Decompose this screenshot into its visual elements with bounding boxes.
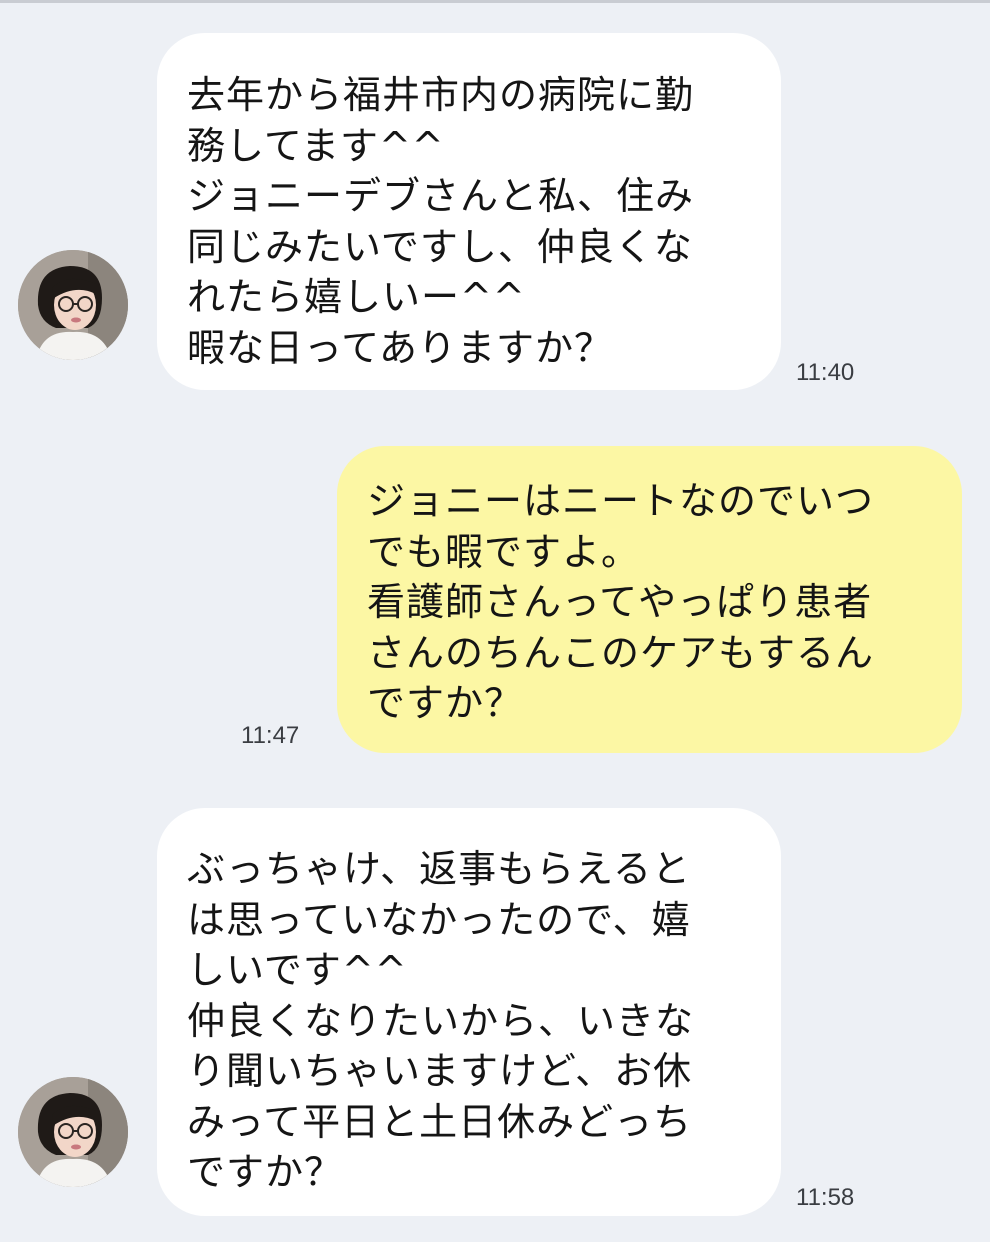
message-line: 去年から福井市内の病院に勤 <box>187 73 695 117</box>
message-bubble-incoming[interactable]: ぶっちゃけ、返事もらえると は思っていなかったので、嬉 しいです^^ 仲良くなり… <box>157 808 781 1216</box>
message-timestamp: 11:40 <box>796 359 855 386</box>
message-line: ですか？ <box>187 1150 344 1194</box>
message-line: ですか？ <box>367 681 524 725</box>
avatar-photo-icon <box>18 1077 128 1187</box>
message-line: 看護師さんってやっぱり患者 <box>367 580 873 624</box>
avatar[interactable] <box>18 1077 128 1187</box>
message-line: 務してます^^ <box>187 123 445 168</box>
message-line: は思っていなかったので、嬉 <box>187 897 691 942</box>
message-timestamp: 11:58 <box>796 1184 855 1211</box>
message-line: 暇な日ってありますか？ <box>187 325 613 370</box>
message-bubble-outgoing[interactable]: ジョニーはニートなのでいつ でも暇ですよ。 看護師さんってやっぱり患者 さんのち… <box>337 446 962 753</box>
message-line: ジョニーはニートなのでいつ <box>367 479 875 523</box>
message-line: でも暇ですよ。 <box>367 529 641 574</box>
message-line: 同じみたいですし、仲良くな <box>187 224 693 269</box>
message-line: り聞いちゃいますけど、お休 <box>187 1049 693 1093</box>
message-line: みって平日と土日休みどっち <box>187 1099 693 1144</box>
top-divider <box>0 0 990 3</box>
message-bubble-incoming[interactable]: 去年から福井市内の病院に勤 務してます^^ ジョニーデブさんと私、住み 同じみた… <box>157 33 781 390</box>
message-line: しいです^^ <box>187 948 408 992</box>
message-line: ぶっちゃけ、返事もらえると <box>187 847 691 891</box>
avatar-photo-icon <box>18 250 128 360</box>
message-line: 仲良くなりたいから、いきな <box>187 998 695 1043</box>
avatar[interactable] <box>18 250 128 360</box>
message-line: さんのちんこのケアもするん <box>367 630 875 675</box>
message-line: れたら嬉しいー^^ <box>187 275 526 319</box>
message-line: ジョニーデブさんと私、住み <box>187 174 695 218</box>
message-timestamp: 11:47 <box>241 722 300 749</box>
